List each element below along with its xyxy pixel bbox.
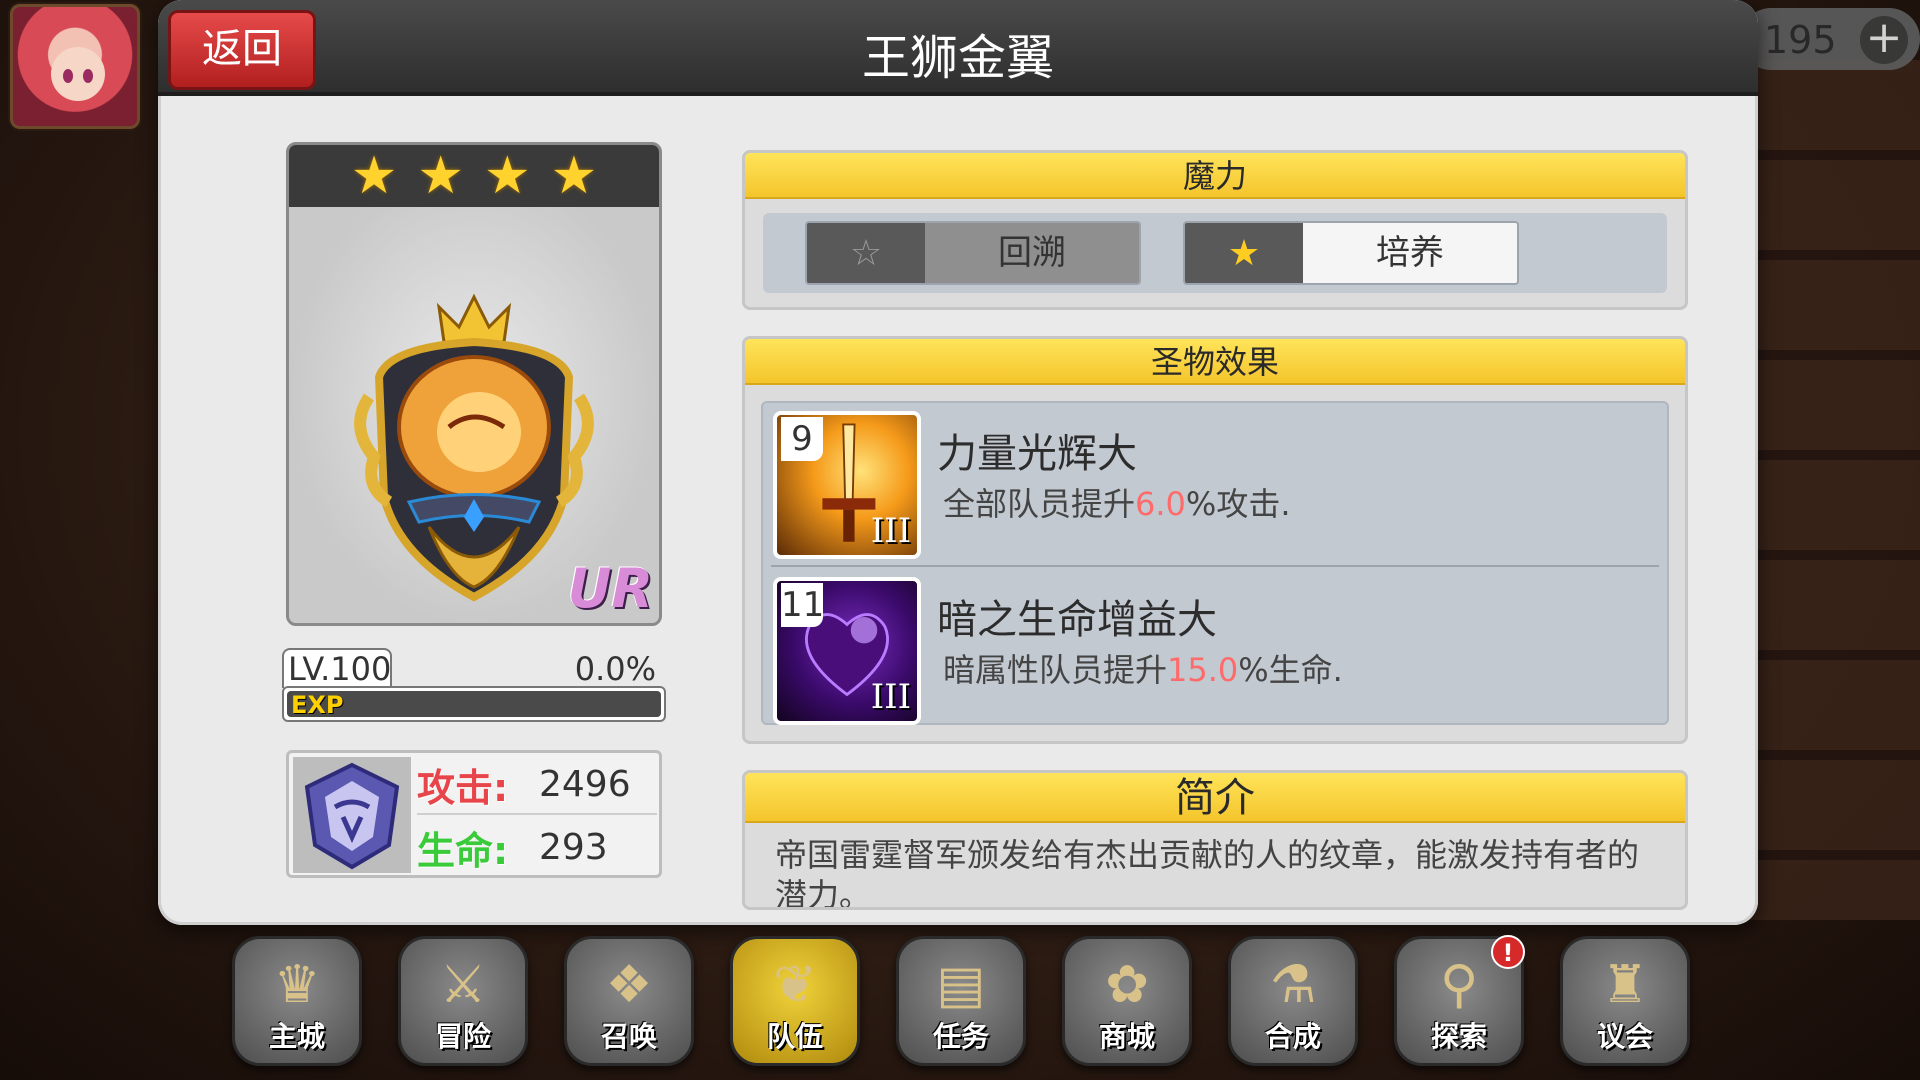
magic-title: 魔力 — [745, 153, 1685, 199]
currency-bar: 195 + — [1740, 8, 1920, 70]
nav-label: 主城 — [268, 1020, 325, 1053]
notification-badge: ! — [1491, 935, 1525, 969]
nav-adventure[interactable]: ⚔ 冒险 — [398, 936, 528, 1066]
bottom-nav: ♛ 主城 ⚔ 冒险 ❖ 召唤 ❦ 队伍 ▤ 任务 ✿ 商城 ⚗ 合成 ⚲ 探索 … — [232, 935, 1690, 1066]
lion-emblem-icon — [354, 293, 594, 602]
nav-explore[interactable]: ⚲ 探索 ! — [1394, 935, 1525, 1066]
relic-desc-prefix: 暗属性队员提升 — [943, 651, 1168, 689]
magic-panel: 魔力 ☆ 回溯 ★ 培养 — [742, 150, 1688, 310]
item-image: UR — [289, 207, 659, 623]
player-avatar[interactable] — [10, 4, 140, 129]
magic-buttons: ☆ 回溯 ★ 培养 — [763, 213, 1667, 293]
nav-shop[interactable]: ✿ 商城 — [1062, 936, 1192, 1066]
relic-desc-value: 15.0 — [1167, 651, 1239, 689]
card-icon: ❖ — [605, 955, 653, 1015]
star-icon: ★ — [417, 146, 464, 206]
relic-description: 暗属性队员提升15.0%生命. — [943, 645, 1343, 691]
relic-desc-suffix: %攻击. — [1185, 485, 1291, 523]
nav-label: 召唤 — [600, 1020, 657, 1053]
nav-main-city[interactable]: ♛ 主城 — [232, 936, 362, 1066]
currency-value: 195 — [1764, 18, 1837, 62]
shield-icon — [293, 757, 411, 873]
nav-label: 商城 — [1098, 1020, 1155, 1053]
potion-icon: ⚗ — [1269, 955, 1317, 1015]
exp-bar: EXP — [282, 686, 666, 722]
relic-desc-suffix: %生命. — [1238, 651, 1343, 689]
exp-label: EXP — [291, 691, 344, 719]
relic-tier: III — [870, 677, 911, 717]
nav-label: 议会 — [1596, 1020, 1653, 1053]
dark-heart-icon: 11 III — [773, 577, 921, 725]
intro-text: 帝国雷霆督军颁发给有杰出贡献的人的纹章，能激发持有者的潜力。 — [775, 836, 1640, 910]
item-card: ★ ★ ★ ★ UR — [286, 142, 662, 626]
intro-panel: 简介 帝国雷霆督军颁发给有杰出贡献的人的纹章，能激发持有者的潜力。 — [742, 770, 1688, 910]
attack-value: 2496 — [539, 763, 631, 805]
wings-icon: ❦ — [773, 955, 817, 1015]
relic-tier: III — [870, 511, 911, 551]
rewind-button[interactable]: ☆ 回溯 — [805, 221, 1141, 285]
star-icon: ★ — [550, 146, 598, 206]
relic-title: 圣物效果 — [745, 339, 1685, 385]
nav-label: 任务 — [932, 1020, 989, 1053]
nav-quests[interactable]: ▤ 任务 — [896, 936, 1026, 1066]
train-star-icon: ★ — [1185, 223, 1303, 283]
level-label: LV.100 — [282, 648, 392, 688]
avatar-eye — [83, 69, 93, 83]
train-button[interactable]: ★ 培养 — [1183, 221, 1519, 285]
relic-number: 11 — [781, 583, 825, 627]
level-box: LV.100 0.0% EXP — [282, 648, 666, 722]
axe-icon: ⚔ — [439, 955, 487, 1015]
nav-summon[interactable]: ❖ 召唤 — [564, 936, 694, 1066]
rarity-badge: UR — [567, 557, 653, 620]
intro-title: 简介 — [745, 773, 1685, 823]
rewind-label: 回溯 — [925, 223, 1139, 283]
star-icon: ★ — [350, 146, 398, 206]
nav-council[interactable]: ♜ 议会 — [1560, 936, 1690, 1066]
hp-value: 293 — [539, 826, 608, 868]
star-rating: ★ ★ ★ ★ — [289, 145, 659, 207]
attack-row: 攻击: 2496 — [417, 755, 657, 815]
page-title: 王狮金翼 — [861, 30, 1054, 86]
sword-icon: 9 III — [773, 411, 921, 559]
crown-icon: ♛ — [273, 955, 321, 1015]
hp-row: 生命: 293 — [417, 817, 657, 877]
stats-box: 攻击: 2496 生命: 293 — [286, 750, 662, 878]
relic-number: 9 — [781, 417, 823, 461]
nav-label: 探索 — [1430, 1020, 1487, 1053]
relic-name: 力量光辉大 — [937, 431, 1137, 477]
exp-track: EXP — [287, 691, 661, 719]
star-icon: ★ — [484, 146, 531, 206]
council-icon: ♜ — [1601, 955, 1649, 1015]
avatar-eye — [63, 69, 73, 83]
dialog-header: 返回 王狮金翼 — [158, 0, 1758, 96]
plus-icon[interactable]: + — [1860, 16, 1908, 64]
attack-label: 攻击: — [417, 765, 509, 810]
relic-effect-item[interactable]: 11 III 暗之生命增益大 暗属性队员提升15.0%生命. — [771, 573, 1659, 733]
nav-team[interactable]: ❦ 队伍 — [730, 936, 860, 1066]
item-detail-dialog: 返回 王狮金翼 ★ ★ ★ ★ UR LV.100 0.0% EXP 攻击: 2… — [158, 0, 1758, 925]
relic-desc-value: 6.0 — [1135, 485, 1186, 523]
book-icon: ▤ — [936, 955, 986, 1015]
relic-description: 全部队员提升6.0%攻击. — [943, 479, 1291, 525]
relic-list: 9 III 力量光辉大 全部队员提升6.0%攻击. 11 III 暗之生命增益大… — [761, 401, 1669, 725]
rewind-star-icon: ☆ — [807, 223, 925, 283]
avatar-face — [51, 47, 105, 101]
shop-icon: ✿ — [1105, 955, 1149, 1015]
relic-effect-item[interactable]: 9 III 力量光辉大 全部队员提升6.0%攻击. — [771, 407, 1659, 567]
train-label: 培养 — [1303, 223, 1517, 283]
exp-percent: 0.0% — [574, 650, 656, 688]
relic-effects-panel: 圣物效果 9 III 力量光辉大 全部队员提升6.0%攻击. 11 III 暗之… — [742, 336, 1688, 744]
nav-synthesis[interactable]: ⚗ 合成 — [1228, 936, 1358, 1066]
relic-name: 暗之生命增益大 — [937, 597, 1217, 643]
hp-label: 生命: — [417, 828, 509, 873]
nav-label: 队伍 — [766, 1020, 823, 1053]
nav-label: 冒险 — [434, 1020, 491, 1053]
nav-label: 合成 — [1264, 1020, 1321, 1053]
relic-desc-prefix: 全部队员提升 — [943, 485, 1136, 523]
